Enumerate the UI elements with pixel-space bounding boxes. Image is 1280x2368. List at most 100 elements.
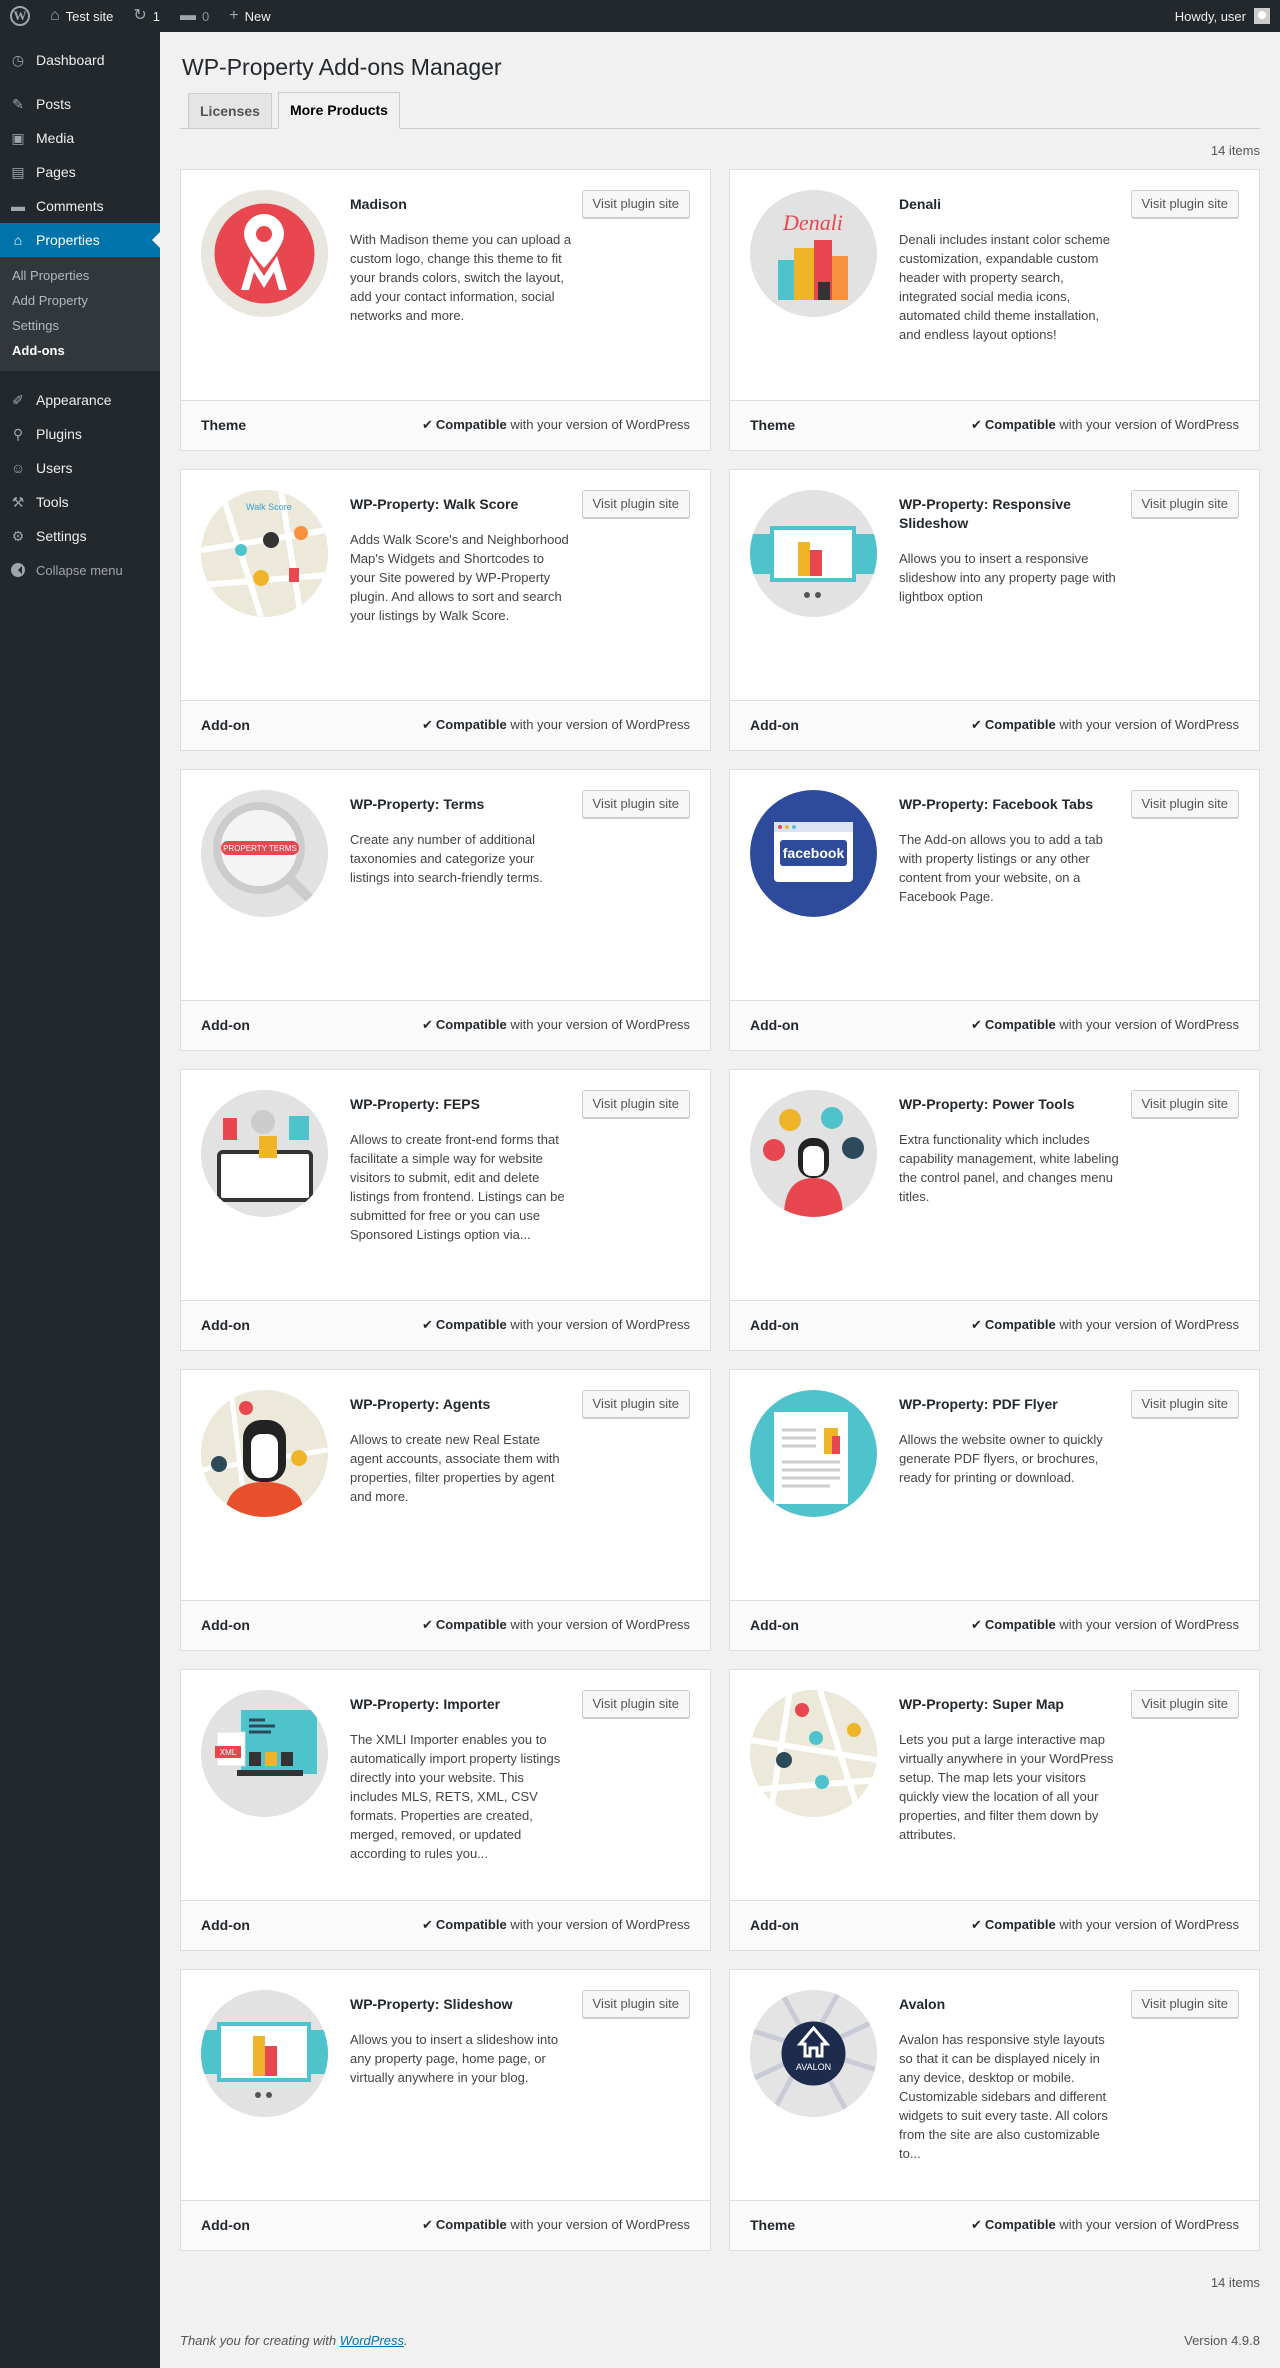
product-name[interactable]: WP-Property: Agents xyxy=(350,1395,570,1414)
product-type: Add-on xyxy=(201,1017,250,1034)
visit-plugin-site-button[interactable]: Visit plugin site xyxy=(1130,189,1239,218)
compatible-label: Compatible xyxy=(984,1617,1056,1633)
product-card-footer: Add-on ✔ Compatible with your version of W… xyxy=(730,999,1259,1050)
product-name[interactable]: WP-Property: Importer xyxy=(350,1695,570,1714)
my-account-link[interactable]: Howdy, user xyxy=(1165,0,1280,32)
product-description: Adds Walk Score's and Neighborhood Map's… xyxy=(350,531,569,623)
product-card-footer: Add-on ✔ Compatible with your version of W… xyxy=(730,1899,1259,1950)
checkmark-icon: ✔ xyxy=(971,1617,982,1633)
footer-thanks-prefix: Thank you for creating with xyxy=(180,2333,340,2348)
collapse-menu-button[interactable]: Collapse menu xyxy=(0,553,160,587)
menu-dashboard-label: Dashboard xyxy=(36,52,105,68)
visit-plugin-site-button[interactable]: Visit plugin site xyxy=(581,189,690,218)
avalon-logo-icon: AVALON xyxy=(750,1989,877,2117)
menu-settings-label: Settings xyxy=(36,528,87,544)
menu-properties[interactable]: ⌂ Properties xyxy=(0,223,160,257)
product-name[interactable]: WP-Property: Facebook Tabs xyxy=(899,795,1119,814)
facebook-tabs-icon: facebook xyxy=(750,789,877,917)
product-card-footer: Add-on ✔ Compatible with your version of W… xyxy=(730,1299,1259,1350)
visit-plugin-site-button[interactable]: Visit plugin site xyxy=(581,1989,690,2018)
compatibility-note: ✔ Compatible with your version of WordPre… xyxy=(422,1317,690,1333)
menu-pages-label: Pages xyxy=(36,164,76,180)
menu-users[interactable]: ☺ Users xyxy=(0,451,160,485)
visit-plugin-site-button[interactable]: Visit plugin site xyxy=(581,489,690,518)
updates-link[interactable]: ↻ 1 xyxy=(123,0,170,32)
checkmark-icon: ✔ xyxy=(422,1917,433,1933)
product-card-body: WP-Property: Slideshow Allows you to inse… xyxy=(181,1970,710,2202)
product-description: Avalon has responsive style layouts so t… xyxy=(899,2031,1108,2161)
product-card-footer: Add-on ✔ Compatible with your version of W… xyxy=(181,1599,710,1650)
submenu-all-properties[interactable]: All Properties xyxy=(0,263,160,288)
product-name[interactable]: Avalon xyxy=(899,1995,1119,2014)
visit-plugin-site-button[interactable]: Visit plugin site xyxy=(581,1389,690,1418)
product-card-body: WP-Property: Agents Allows to create new … xyxy=(181,1370,710,1602)
menu-settings[interactable]: ⚙ Settings xyxy=(0,519,160,553)
compatible-label: Compatible xyxy=(435,1017,507,1033)
checkmark-icon: ✔ xyxy=(971,2217,982,2233)
tab-more-products[interactable]: More Products xyxy=(277,91,400,129)
menu-dashboard[interactable]: ◷ Dashboard xyxy=(0,43,160,77)
visit-plugin-site-button[interactable]: Visit plugin site xyxy=(581,789,690,818)
submenu-settings[interactable]: Settings xyxy=(0,313,160,338)
checkmark-icon: ✔ xyxy=(971,1317,982,1333)
menu-media[interactable]: ▣ Media xyxy=(0,121,160,155)
product-name[interactable]: Denali xyxy=(899,195,1119,214)
checkmark-icon: ✔ xyxy=(422,1017,433,1033)
menu-posts[interactable]: ✎ Posts xyxy=(0,87,160,121)
product-name[interactable]: WP-Property: Power Tools xyxy=(899,1095,1119,1114)
svg-text:Denali: Denali xyxy=(782,210,843,235)
product-description: Lets you put a large interactive map vir… xyxy=(899,1731,1114,1842)
svg-text:Walk Score: Walk Score xyxy=(246,502,292,512)
compatibility-note: ✔ Compatible with your version of WordPre… xyxy=(971,1017,1239,1033)
checkmark-icon: ✔ xyxy=(971,417,982,433)
menu-plugins[interactable]: ⚲ Plugins xyxy=(0,417,160,451)
product-type: Add-on xyxy=(201,1317,250,1334)
home-icon: ⌂ xyxy=(50,7,60,24)
footer: Thank you for creating with WordPress. V… xyxy=(180,2333,1260,2348)
product-card-wp-property-walk-score: Walk Score WP-Property: Walk Score Adds Wa… xyxy=(180,468,711,751)
product-name[interactable]: WP-Property: Walk Score xyxy=(350,495,570,514)
visit-plugin-site-button[interactable]: Visit plugin site xyxy=(1130,1989,1239,2018)
product-card-body: Walk Score WP-Property: Walk Score Adds Wa… xyxy=(181,470,710,702)
wordpress-logo-button[interactable]: W xyxy=(0,0,40,32)
submenu-add-ons[interactable]: Add-ons xyxy=(0,338,160,363)
product-description: Extra functionality which includes capab… xyxy=(899,1131,1119,1204)
visit-plugin-site-button[interactable]: Visit plugin site xyxy=(1130,489,1239,518)
menu-pages[interactable]: ▤ Pages xyxy=(0,155,160,189)
visit-plugin-site-button[interactable]: Visit plugin site xyxy=(581,1689,690,1718)
product-card-body: AVALON Avalon Avalon has responsive style … xyxy=(730,1970,1259,2202)
menu-tools[interactable]: ⚒ Tools xyxy=(0,485,160,519)
collapse-label: Collapse menu xyxy=(36,562,123,578)
visit-plugin-site-button[interactable]: Visit plugin site xyxy=(1130,789,1239,818)
product-name[interactable]: WP-Property: PDF Flyer xyxy=(899,1395,1119,1414)
visit-plugin-site-button[interactable]: Visit plugin site xyxy=(581,1089,690,1118)
product-description: The Add-on allows you to add a tab with … xyxy=(899,831,1103,904)
compatible-rest: with your version of WordPress xyxy=(1055,2217,1239,2233)
product-card-footer: Theme ✔ Compatible with your version of Wo… xyxy=(730,2199,1259,2250)
comments-link[interactable]: ▬ 0 xyxy=(170,0,219,32)
product-name[interactable]: Madison xyxy=(350,195,570,214)
plug-icon: ⚲ xyxy=(12,425,24,442)
compatibility-note: ✔ Compatible with your version of WordPre… xyxy=(422,1017,690,1033)
wordpress-link[interactable]: WordPress xyxy=(340,2333,404,2348)
menu-comments[interactable]: ▬ Comments xyxy=(0,189,160,223)
product-name[interactable]: WP-Property: Responsive Slideshow xyxy=(899,495,1119,533)
visit-plugin-site-button[interactable]: Visit plugin site xyxy=(1130,1389,1239,1418)
product-card-wp-property-slideshow: WP-Property: Slideshow Allows you to inse… xyxy=(180,1968,711,2251)
product-name[interactable]: WP-Property: Slideshow xyxy=(350,1995,570,2014)
product-name[interactable]: WP-Property: Super Map xyxy=(899,1695,1119,1714)
site-name-link[interactable]: ⌂ Test site xyxy=(40,0,123,32)
product-description: Allows you to insert a responsive slides… xyxy=(899,550,1116,604)
checkmark-icon: ✔ xyxy=(422,2217,433,2233)
new-content-button[interactable]: + New xyxy=(219,0,280,32)
product-name[interactable]: WP-Property: FEPS xyxy=(350,1095,570,1114)
menu-appearance[interactable]: ✐ Appearance xyxy=(0,383,160,417)
submenu-add-property[interactable]: Add Property xyxy=(0,288,160,313)
visit-plugin-site-button[interactable]: Visit plugin site xyxy=(1130,1089,1239,1118)
product-type: Add-on xyxy=(201,2217,250,2234)
visit-plugin-site-button[interactable]: Visit plugin site xyxy=(1130,1689,1239,1718)
product-name[interactable]: WP-Property: Terms xyxy=(350,795,570,814)
denali-city-icon: Denali xyxy=(750,189,877,317)
version-label: Version 4.9.8 xyxy=(1184,2333,1260,2348)
tab-licenses[interactable]: Licenses xyxy=(188,92,272,128)
